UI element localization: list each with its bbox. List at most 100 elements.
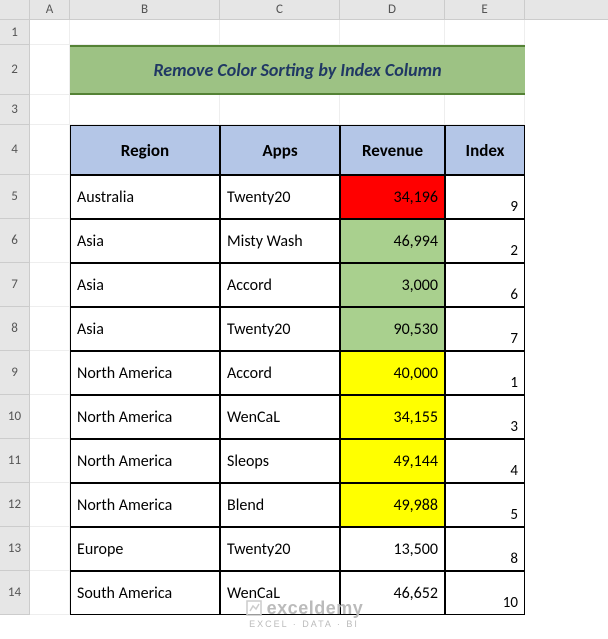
cell[interactable] [30, 45, 70, 95]
row-header-12[interactable]: 12 [0, 483, 30, 527]
row-header-6[interactable]: 6 [0, 219, 30, 263]
row-header-11[interactable]: 11 [0, 439, 30, 483]
cell[interactable] [30, 125, 70, 175]
cell-apps[interactable]: Misty Wash [220, 219, 340, 263]
cell-region[interactable]: North America [70, 439, 220, 483]
cell[interactable] [30, 395, 70, 439]
cell[interactable] [340, 95, 445, 125]
cell-index[interactable]: 10 [445, 571, 525, 615]
row-header-13[interactable]: 13 [0, 527, 30, 571]
select-all-corner[interactable] [0, 0, 30, 19]
cell-index[interactable]: 9 [445, 175, 525, 219]
cell[interactable] [445, 95, 525, 125]
cell-apps[interactable]: Accord [220, 351, 340, 395]
row-header-5[interactable]: 5 [0, 175, 30, 219]
cell-apps[interactable]: Twenty20 [220, 175, 340, 219]
cell[interactable] [340, 20, 445, 45]
col-header-A[interactable]: A [30, 0, 70, 19]
cell-index[interactable]: 2 [445, 219, 525, 263]
table-header-revenue[interactable]: Revenue [340, 125, 445, 175]
cell-region[interactable]: Australia [70, 175, 220, 219]
table-row: 9 North AmericaAccord40,0001 [0, 351, 608, 395]
cell-apps[interactable]: WenCaL [220, 571, 340, 615]
cell[interactable] [30, 571, 70, 615]
cell-revenue[interactable]: 49,988 [340, 483, 445, 527]
table-row: 12 North AmericaBlend49,9885 [0, 483, 608, 527]
cell-revenue[interactable]: 13,500 [340, 527, 445, 571]
cell[interactable] [30, 527, 70, 571]
cell-apps[interactable]: Accord [220, 263, 340, 307]
row-header-3[interactable]: 3 [0, 95, 30, 125]
cell[interactable] [70, 20, 220, 45]
table-row: 13 EuropeTwenty2013,5008 [0, 527, 608, 571]
cell[interactable] [30, 175, 70, 219]
watermark-sub: EXCEL · DATA · BI [0, 619, 608, 629]
table-row: 8 AsiaTwenty2090,5307 [0, 307, 608, 351]
cell-index[interactable]: 7 [445, 307, 525, 351]
grid: 1 2 Remove Color Sorting by Index Column… [0, 20, 608, 615]
cell-region[interactable]: Asia [70, 263, 220, 307]
col-header-C[interactable]: C [220, 0, 340, 19]
cell[interactable] [70, 95, 220, 125]
cell-apps[interactable]: Twenty20 [220, 527, 340, 571]
column-headers-row: A B C D E [0, 0, 608, 20]
table-row: 6 AsiaMisty Wash46,9942 [0, 219, 608, 263]
cell-revenue[interactable]: 90,530 [340, 307, 445, 351]
cell-index[interactable]: 1 [445, 351, 525, 395]
row-header-9[interactable]: 9 [0, 351, 30, 395]
cell-apps[interactable]: WenCaL [220, 395, 340, 439]
cell[interactable] [30, 263, 70, 307]
cell[interactable] [30, 20, 70, 45]
cell-revenue[interactable]: 34,196 [340, 175, 445, 219]
cell-index[interactable]: 3 [445, 395, 525, 439]
cell-apps[interactable]: Blend [220, 483, 340, 527]
table-row: 14 South AmericaWenCaL46,65210 [0, 571, 608, 615]
cell[interactable] [220, 95, 340, 125]
cell-index[interactable]: 6 [445, 263, 525, 307]
cell[interactable] [30, 439, 70, 483]
table-header-apps[interactable]: Apps [220, 125, 340, 175]
col-header-E[interactable]: E [445, 0, 525, 19]
col-header-B[interactable]: B [70, 0, 220, 19]
cell-revenue[interactable]: 3,000 [340, 263, 445, 307]
cell-revenue[interactable]: 46,994 [340, 219, 445, 263]
col-header-D[interactable]: D [340, 0, 445, 19]
cell-region[interactable]: Asia [70, 219, 220, 263]
page-title[interactable]: Remove Color Sorting by Index Column [70, 45, 525, 95]
table-header-region[interactable]: Region [70, 125, 220, 175]
cell[interactable] [30, 483, 70, 527]
cell-region[interactable]: North America [70, 483, 220, 527]
row-header-8[interactable]: 8 [0, 307, 30, 351]
cell-index[interactable]: 8 [445, 527, 525, 571]
table-row: 11 North AmericaSleops49,1444 [0, 439, 608, 483]
cell-region[interactable]: South America [70, 571, 220, 615]
cell[interactable] [220, 20, 340, 45]
cell[interactable] [30, 351, 70, 395]
table-row: 7 AsiaAccord3,0006 [0, 263, 608, 307]
row-header-14[interactable]: 14 [0, 571, 30, 615]
table-row: 5 AustraliaTwenty2034,1969 [0, 175, 608, 219]
cell-apps[interactable]: Twenty20 [220, 307, 340, 351]
row-header-10[interactable]: 10 [0, 395, 30, 439]
table-header-index[interactable]: Index [445, 125, 525, 175]
row-header-7[interactable]: 7 [0, 263, 30, 307]
table-row: 10 North AmericaWenCaL34,1553 [0, 395, 608, 439]
row-header-2[interactable]: 2 [0, 45, 30, 95]
cell-region[interactable]: Asia [70, 307, 220, 351]
cell-region[interactable]: North America [70, 351, 220, 395]
cell-apps[interactable]: Sleops [220, 439, 340, 483]
cell[interactable] [445, 20, 525, 45]
cell[interactable] [30, 95, 70, 125]
row-header-1[interactable]: 1 [0, 20, 30, 45]
row-header-4[interactable]: 4 [0, 125, 30, 175]
cell-region[interactable]: North America [70, 395, 220, 439]
cell[interactable] [30, 307, 70, 351]
cell-region[interactable]: Europe [70, 527, 220, 571]
cell-index[interactable]: 5 [445, 483, 525, 527]
cell-revenue[interactable]: 40,000 [340, 351, 445, 395]
cell[interactable] [30, 219, 70, 263]
cell-revenue[interactable]: 49,144 [340, 439, 445, 483]
cell-index[interactable]: 4 [445, 439, 525, 483]
cell-revenue[interactable]: 46,652 [340, 571, 445, 615]
cell-revenue[interactable]: 34,155 [340, 395, 445, 439]
